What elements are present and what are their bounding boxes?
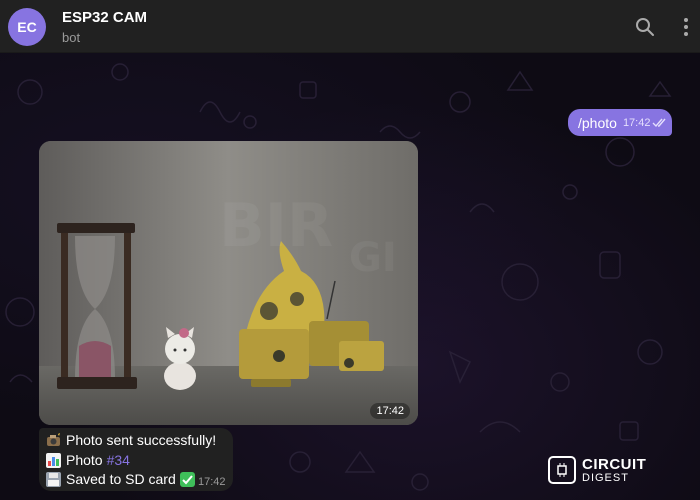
svg-text:BIR: BIR <box>219 191 333 261</box>
more-vertical-icon <box>684 18 688 36</box>
chat-subtitle: bot <box>62 30 81 45</box>
message-line: Photo #34 <box>46 452 130 468</box>
message-time: 17:42 <box>198 476 226 488</box>
incoming-message[interactable]: Photo sent successfully! Photo #34 Saved… <box>39 428 233 491</box>
photo-time: 17:42 <box>370 403 410 419</box>
chat-title: ESP32 CAM <box>62 9 148 26</box>
message-line: Saved to SD card <box>46 471 200 487</box>
logo-text-line2: DIGEST <box>582 471 629 484</box>
camera-flash-emoji-icon <box>46 432 61 448</box>
chat-title-block[interactable]: ESP32 CAM bot <box>62 9 147 45</box>
message-line-text: Photo sent successfully! <box>66 432 217 448</box>
camera-photo: BIR GI <box>39 141 418 425</box>
photo-message[interactable]: BIR GI 17:42 <box>39 141 418 425</box>
check-mark-button-emoji-icon <box>179 471 195 487</box>
more-options-button[interactable] <box>676 14 696 40</box>
message-line-text: Saved to SD card <box>66 471 176 487</box>
chat-header: EC ESP32 CAM bot <box>0 0 700 53</box>
search-icon <box>636 18 654 36</box>
floppy-disk-emoji-icon <box>46 471 61 487</box>
cat-figurine-object <box>164 327 196 390</box>
svg-text:GI: GI <box>349 235 397 281</box>
message-line: Photo sent successfully! <box>46 432 216 448</box>
outgoing-message[interactable]: /photo 17:42 <box>568 109 672 136</box>
message-text: /photo <box>578 114 617 131</box>
avatar[interactable]: EC <box>8 8 46 46</box>
hashtag-link[interactable]: #34 <box>107 452 130 468</box>
message-time: 17:42 <box>622 116 651 129</box>
message-line-text: Photo <box>66 452 103 468</box>
circuit-digest-logo: CIRCUIT DIGEST <box>548 456 646 484</box>
search-button[interactable] <box>632 14 658 40</box>
double-check-icon <box>652 118 668 128</box>
chip-icon <box>548 456 576 484</box>
logo-text-line1: CIRCUIT <box>582 455 647 473</box>
bar-chart-emoji-icon <box>46 452 61 468</box>
